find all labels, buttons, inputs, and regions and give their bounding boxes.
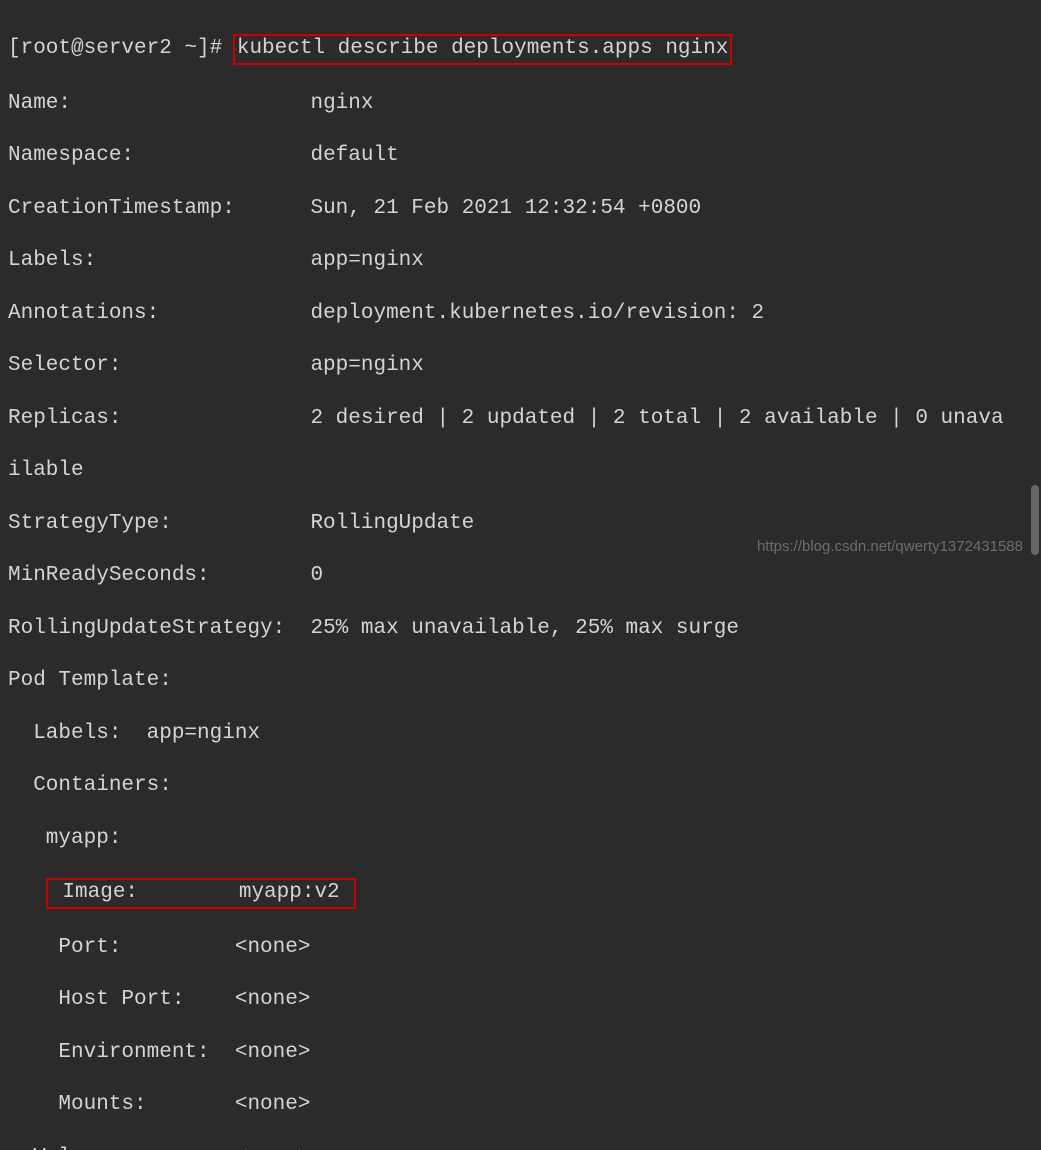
command-text: kubectl describe deployments.apps nginx bbox=[233, 34, 732, 64]
output-container-name: myapp: bbox=[8, 826, 1033, 852]
output-creation: CreationTimestamp: Sun, 21 Feb 2021 12:3… bbox=[8, 196, 1033, 222]
watermark-text: https://blog.csdn.net/qwerty1372431588 bbox=[757, 538, 1023, 557]
output-podtemplate: Pod Template: bbox=[8, 668, 1033, 694]
shell-prompt: [root@server2 ~]# bbox=[8, 37, 235, 60]
output-replicas: Replicas: 2 desired | 2 updated | 2 tota… bbox=[8, 406, 1033, 432]
output-volumes: Volumes: <none> bbox=[8, 1145, 1033, 1150]
output-annotations: Annotations: deployment.kubernetes.io/re… bbox=[8, 301, 1033, 327]
output-podlabels: Labels: app=nginx bbox=[8, 721, 1033, 747]
output-labels: Labels: app=nginx bbox=[8, 248, 1033, 274]
terminal-output[interactable]: [root@server2 ~]# kubectl describe deplo… bbox=[8, 8, 1033, 1150]
scrollbar-thumb[interactable] bbox=[1031, 485, 1039, 555]
output-rolling: RollingUpdateStrategy: 25% max unavailab… bbox=[8, 616, 1033, 642]
output-env: Environment: <none> bbox=[8, 1040, 1033, 1066]
output-selector: Selector: app=nginx bbox=[8, 353, 1033, 379]
output-image: Image: myapp:v2 bbox=[8, 878, 1033, 908]
output-mounts: Mounts: <none> bbox=[8, 1092, 1033, 1118]
output-minready: MinReadySeconds: 0 bbox=[8, 563, 1033, 589]
output-port: Port: <none> bbox=[8, 935, 1033, 961]
output-hostport: Host Port: <none> bbox=[8, 987, 1033, 1013]
output-replicas-wrap: ilable bbox=[8, 458, 1033, 484]
output-strategy: StrategyType: RollingUpdate bbox=[8, 511, 1033, 537]
command-line: [root@server2 ~]# kubectl describe deplo… bbox=[8, 34, 1033, 64]
image-highlight: Image: myapp:v2 bbox=[46, 878, 356, 908]
output-containers: Containers: bbox=[8, 773, 1033, 799]
output-name: Name: nginx bbox=[8, 91, 1033, 117]
output-namespace: Namespace: default bbox=[8, 143, 1033, 169]
